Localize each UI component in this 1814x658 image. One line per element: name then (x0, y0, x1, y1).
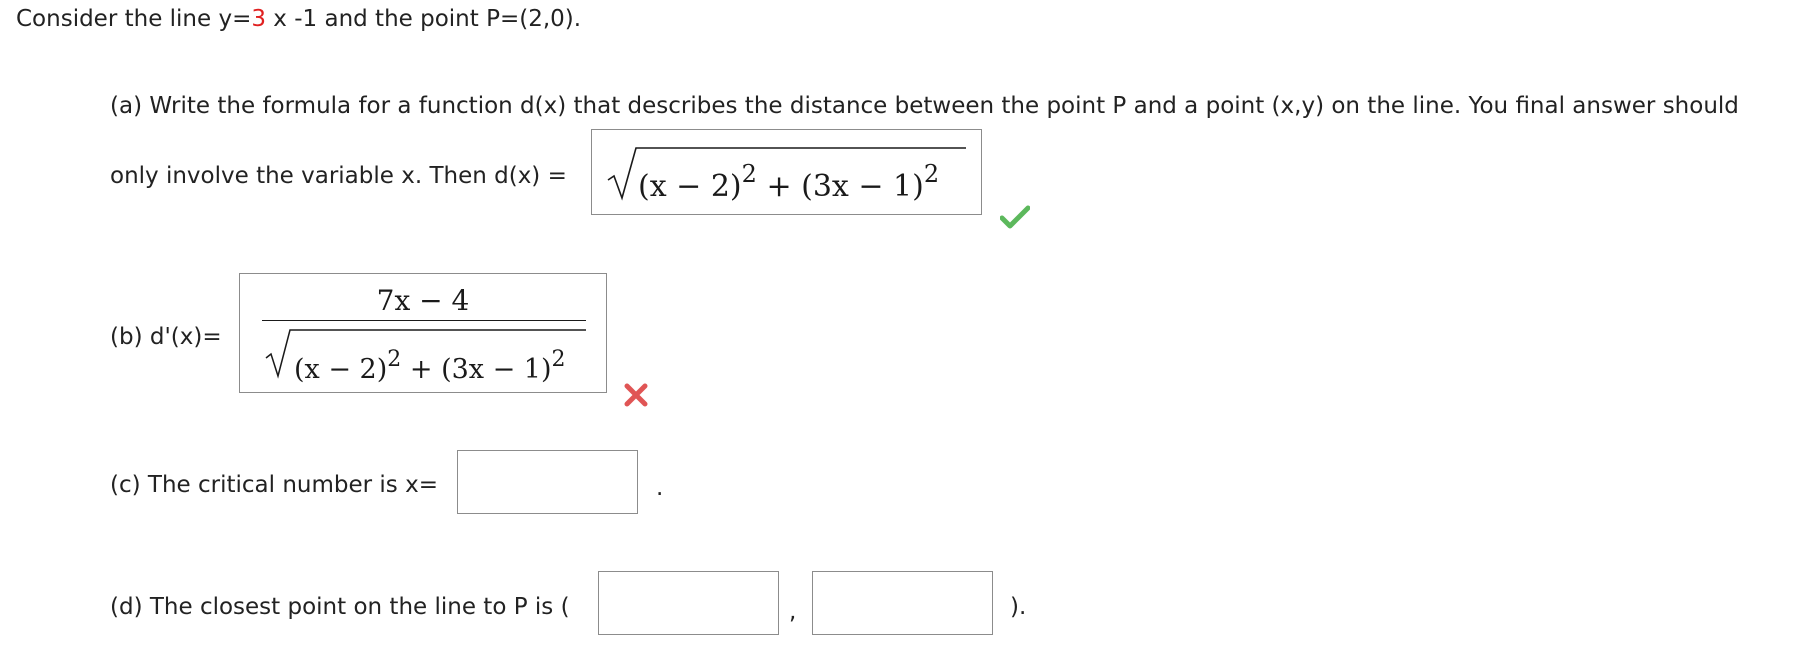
exponent-1: 2 (741, 160, 757, 188)
term-2: (3x − 1) (441, 354, 552, 385)
part-b-answer-field[interactable]: 7x − 4 (x − 2)2 + (3x − 1)2 (239, 273, 607, 393)
checkmark-icon (1000, 205, 1030, 229)
cross-icon (624, 383, 648, 407)
term-2: (3x − 1) (801, 169, 924, 204)
closest-point-x-input[interactable] (598, 571, 779, 635)
part-d-label: (d) The closest point on the line to P i… (110, 594, 570, 620)
part-a-prompt-line2: only involve the variable x. Then d(x) = (110, 163, 567, 189)
intro-text: Consider the line y= (16, 6, 252, 32)
slope-value: 3 (251, 6, 266, 32)
exponent-2: 2 (923, 160, 940, 188)
part-b-label: (b) d'(x)= (110, 324, 222, 350)
fraction-bar (262, 320, 586, 321)
coordinate-comma: , (789, 599, 797, 625)
part-a-expression: (x − 2)2 + (3x − 1)2 (638, 154, 939, 207)
plus-sign: + (766, 169, 792, 204)
exponent-2: 2 (551, 347, 566, 372)
part-c-period: . (656, 475, 664, 501)
part-d-close: ). (1010, 594, 1027, 620)
part-a-answer-field[interactable]: (x − 2)2 + (3x − 1)2 (591, 129, 982, 215)
intro-text-rest: x -1 and the point P=(2,0). (266, 6, 582, 32)
problem-statement: Consider the line y=3 x -1 and the point… (16, 5, 581, 33)
critical-number-input[interactable] (457, 450, 638, 514)
closest-point-y-input[interactable] (812, 571, 993, 635)
term-1: (x − 2) (638, 169, 742, 204)
exponent-1: 2 (387, 347, 402, 372)
denominator: (x − 2)2 + (3x − 1)2 (294, 342, 566, 388)
numerator: 7x − 4 (376, 284, 470, 317)
term-1: (x − 2) (294, 354, 388, 385)
part-a-prompt-line1: (a) Write the formula for a function d(x… (110, 93, 1739, 119)
part-c-label: (c) The critical number is x= (110, 472, 438, 498)
plus-sign: + (409, 354, 433, 385)
